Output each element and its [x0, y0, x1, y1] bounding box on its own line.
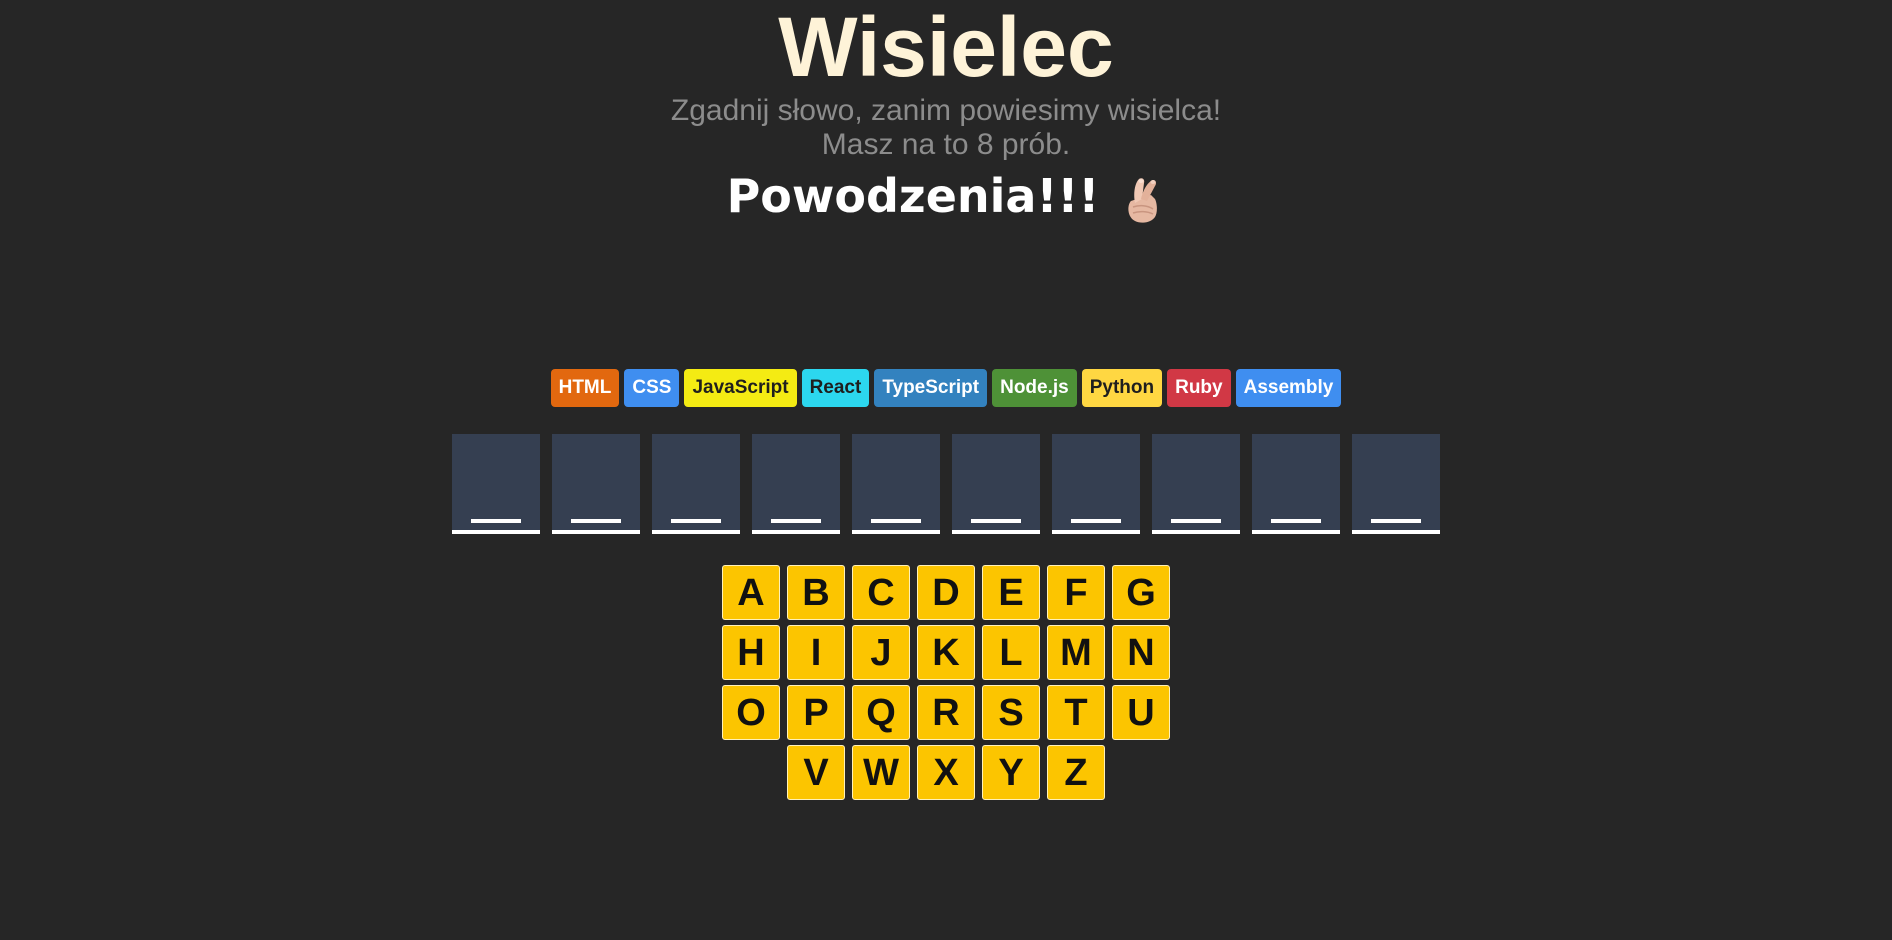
language-chip-html: HTML [550, 369, 620, 407]
keyboard-row: OPQRSTU [722, 685, 1170, 740]
letter-slot [652, 434, 740, 534]
letter-key-e[interactable]: E [982, 565, 1040, 620]
letter-key-j[interactable]: J [852, 625, 910, 680]
letter-key-g[interactable]: G [1112, 565, 1170, 620]
letter-key-y[interactable]: Y [982, 745, 1040, 800]
letter-key-d[interactable]: D [917, 565, 975, 620]
letter-blank [1371, 519, 1421, 523]
language-chip-node-js: Node.js [992, 369, 1077, 407]
header: Wisielec Zgadnij słowo, zanim powiesimy … [0, 0, 1892, 226]
letter-key-z[interactable]: Z [1047, 745, 1105, 800]
letter-key-k[interactable]: K [917, 625, 975, 680]
letter-key-c[interactable]: C [852, 565, 910, 620]
subtitle-line-2: Masz na to 8 prób. [821, 128, 1071, 161]
language-chip-assembly: Assembly [1235, 369, 1342, 407]
keyboard-row: HIJKLMN [722, 625, 1170, 680]
letter-key-n[interactable]: N [1112, 625, 1170, 680]
letter-key-o[interactable]: O [722, 685, 780, 740]
letter-key-s[interactable]: S [982, 685, 1040, 740]
good-luck-message: Powodzenia!!! [0, 166, 1892, 226]
letter-blank [871, 519, 921, 523]
letter-blank [971, 519, 1021, 523]
letter-blank [771, 519, 821, 523]
letter-slot [1052, 434, 1140, 534]
letter-key-r[interactable]: R [917, 685, 975, 740]
letter-blank [671, 519, 721, 523]
letter-key-b[interactable]: B [787, 565, 845, 620]
letter-key-i[interactable]: I [787, 625, 845, 680]
letter-slot [452, 434, 540, 534]
letter-key-u[interactable]: U [1112, 685, 1170, 740]
language-chip-python: Python [1081, 369, 1163, 407]
letter-blank [1271, 519, 1321, 523]
letter-key-l[interactable]: L [982, 625, 1040, 680]
keyboard-row: VWXYZ [787, 745, 1105, 800]
subtitle-line-1: Zgadnij słowo, zanim powiesimy wisielca! [670, 94, 1222, 127]
letter-slot [1252, 434, 1340, 534]
letter-blank [1171, 519, 1221, 523]
letter-slot [1152, 434, 1240, 534]
language-chip-react: React [801, 369, 870, 407]
letter-slot [852, 434, 940, 534]
letter-blank [1071, 519, 1121, 523]
good-luck-text: Powodzenia!!! [726, 169, 1100, 223]
letter-slot [752, 434, 840, 534]
keyboard-row: ABCDEFG [722, 565, 1170, 620]
letter-key-p[interactable]: P [787, 685, 845, 740]
word-slots [0, 434, 1892, 534]
game-page: Wisielec Zgadnij słowo, zanim powiesimy … [0, 0, 1892, 940]
letter-key-t[interactable]: T [1047, 685, 1105, 740]
letter-slot [1352, 434, 1440, 534]
letter-key-a[interactable]: A [722, 565, 780, 620]
crossed-fingers-icon [1128, 177, 1158, 223]
letter-key-f[interactable]: F [1047, 565, 1105, 620]
letter-key-q[interactable]: Q [852, 685, 910, 740]
letter-key-h[interactable]: H [722, 625, 780, 680]
page-title: Wisielec [778, 0, 1114, 94]
letter-key-w[interactable]: W [852, 745, 910, 800]
language-chip-ruby: Ruby [1167, 369, 1231, 407]
letter-slot [952, 434, 1040, 534]
letter-blank [471, 519, 521, 523]
letter-key-x[interactable]: X [917, 745, 975, 800]
letter-key-m[interactable]: M [1047, 625, 1105, 680]
language-chip-javascript: JavaScript [684, 369, 797, 407]
letter-keyboard: ABCDEFGHIJKLMNOPQRSTUVWXYZ [0, 565, 1892, 800]
letter-blank [571, 519, 621, 523]
language-chip-typescript: TypeScript [874, 369, 988, 407]
letter-slot [552, 434, 640, 534]
language-list: HTML CSS JavaScript React TypeScript Node.js P… [0, 369, 1892, 407]
language-chip-css: CSS [624, 369, 680, 407]
letter-key-v[interactable]: V [787, 745, 845, 800]
